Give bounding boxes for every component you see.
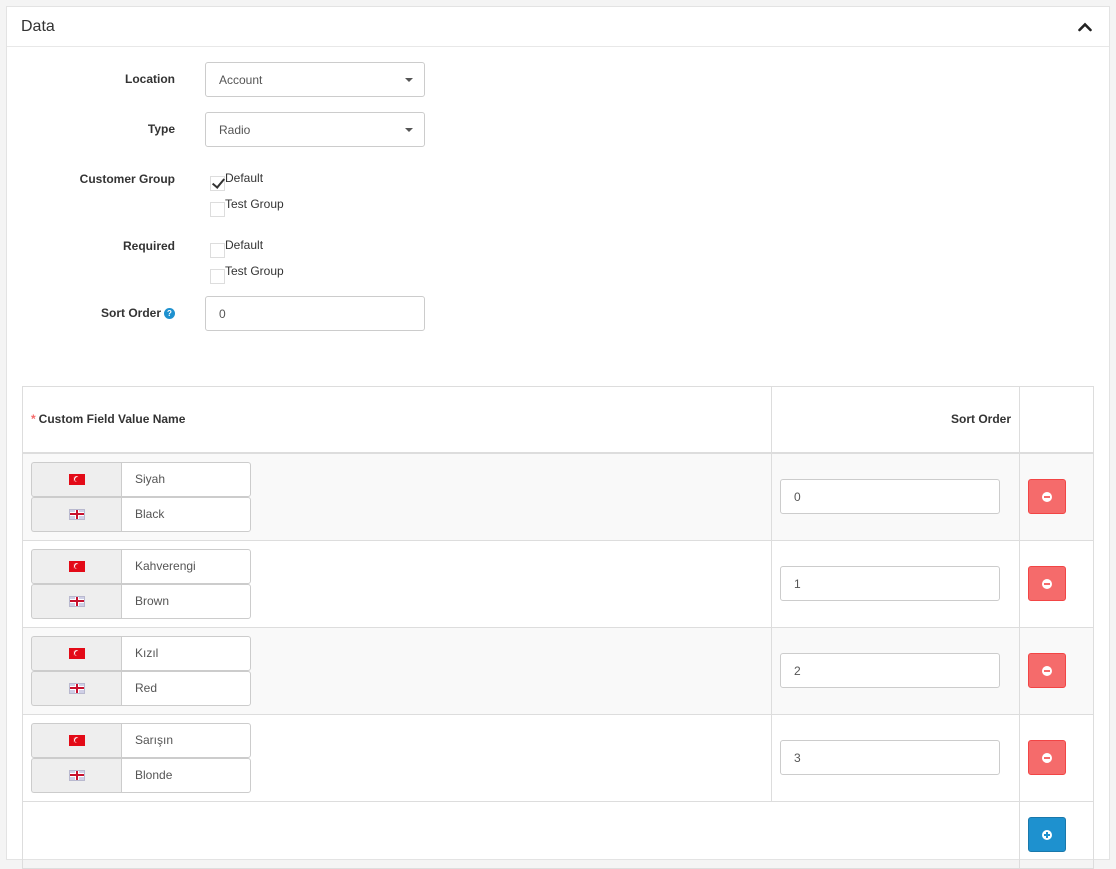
- sort-order-value: 0: [219, 306, 226, 321]
- value-sort-order-input[interactable]: 2: [780, 653, 1000, 688]
- customer-group-test-checkbox[interactable]: [210, 202, 225, 217]
- type-value: Radio: [219, 122, 251, 137]
- lang-row-tr: Siyah: [31, 461, 251, 497]
- turkey-flag-icon: [68, 734, 85, 746]
- value-sort-order-input[interactable]: 0: [780, 479, 1000, 514]
- uk-flag-icon: [68, 682, 85, 694]
- table-row: Kızıl Red 2: [22, 626, 1094, 715]
- customer-group-default-label: Default: [225, 171, 264, 185]
- panel-title: Data: [21, 17, 55, 35]
- turkey-flag-icon: [68, 473, 85, 485]
- lang-row-en: Brown: [31, 583, 251, 619]
- custom-field-values-table: * Custom Field Value Name Sort Order Siya…: [22, 386, 1094, 869]
- location-label: Location: [125, 72, 175, 86]
- uk-flag-icon: [68, 769, 85, 781]
- table-row: Siyah Black 0: [22, 452, 1094, 541]
- required-test[interactable]: Test Group: [210, 264, 284, 284]
- required-default[interactable]: Default: [210, 238, 263, 258]
- language-input-group: Sarışın Blonde: [31, 722, 251, 793]
- value-name-input-en[interactable]: Red: [121, 670, 251, 706]
- value-name-input-tr[interactable]: Kahverengi: [121, 548, 251, 584]
- lang-row-en: Blonde: [31, 757, 251, 793]
- required-default-label: Default: [225, 238, 264, 252]
- value-name-input-en[interactable]: Blonde: [121, 757, 251, 793]
- panel-header: Data: [7, 7, 1109, 47]
- table-footer-row: [22, 800, 1094, 869]
- required-test-checkbox[interactable]: [210, 269, 225, 284]
- minus-circle-icon: [1042, 491, 1052, 502]
- sort-order-label-wrap: Sort Order ?: [101, 306, 175, 320]
- sort-order-input[interactable]: 0: [205, 296, 425, 331]
- value-sort-order-input[interactable]: 1: [780, 566, 1000, 601]
- location-value: Account: [219, 72, 263, 87]
- column-header-name: * Custom Field Value Name: [22, 386, 772, 454]
- data-panel: Data Location Account Type Radio Custome…: [6, 6, 1110, 869]
- language-input-group: Kızıl Red: [31, 635, 251, 706]
- lang-row-tr: Kahverengi: [31, 548, 251, 584]
- minus-circle-icon: [1042, 578, 1052, 589]
- required-default-checkbox[interactable]: [210, 243, 225, 258]
- lang-row-en: Black: [31, 496, 251, 532]
- value-name-input-tr[interactable]: Kızıl: [121, 635, 251, 671]
- type-select[interactable]: Radio: [205, 112, 425, 147]
- minus-circle-icon: [1042, 752, 1052, 763]
- question-circle-icon[interactable]: ?: [164, 307, 175, 319]
- remove-value-button[interactable]: [1028, 653, 1066, 688]
- remove-value-button[interactable]: [1028, 566, 1066, 601]
- remove-value-button[interactable]: [1028, 479, 1066, 514]
- remove-value-button[interactable]: [1028, 740, 1066, 775]
- minus-circle-icon: [1042, 665, 1052, 676]
- table-header-row: * Custom Field Value Name Sort Order: [22, 386, 1094, 454]
- plus-circle-icon: [1042, 829, 1052, 840]
- table-row: Sarışın Blonde 3: [22, 713, 1094, 802]
- required-test-label: Test Group: [225, 264, 284, 278]
- caret-down-icon: [405, 78, 413, 82]
- column-header-actions: [1019, 386, 1094, 454]
- customer-group-default-checkbox[interactable]: [210, 176, 225, 191]
- caret-down-icon: [405, 128, 413, 132]
- required-asterisk: *: [31, 412, 36, 427]
- uk-flag-icon: [68, 595, 85, 607]
- language-input-group: Siyah Black: [31, 461, 251, 532]
- type-label: Type: [147, 122, 175, 136]
- chevron-up-icon[interactable]: [1075, 17, 1095, 37]
- value-name-input-tr[interactable]: Sarışın: [121, 722, 251, 758]
- table-row: Kahverengi Brown 1: [22, 539, 1094, 628]
- turkey-flag-icon: [68, 560, 85, 572]
- required-label: Required: [122, 239, 175, 253]
- lang-row-tr: Sarışın: [31, 722, 251, 758]
- customer-group-default[interactable]: Default: [210, 171, 263, 191]
- uk-flag-icon: [68, 508, 85, 520]
- language-input-group: Kahverengi Brown: [31, 548, 251, 619]
- customer-group-test-label: Test Group: [225, 197, 284, 211]
- column-header-sort-order: Sort Order: [771, 386, 1020, 454]
- customer-group-test[interactable]: Test Group: [210, 197, 284, 217]
- add-value-button[interactable]: [1028, 817, 1066, 852]
- value-sort-order-input[interactable]: 3: [780, 740, 1000, 775]
- turkey-flag-icon: [68, 647, 85, 659]
- value-name-input-en[interactable]: Black: [121, 496, 251, 532]
- value-name-input-en[interactable]: Brown: [121, 583, 251, 619]
- value-name-input-tr[interactable]: Siyah: [121, 461, 251, 497]
- location-select[interactable]: Account: [205, 62, 425, 97]
- customer-group-label: Customer Group: [79, 172, 175, 186]
- lang-row-tr: Kızıl: [31, 635, 251, 671]
- lang-row-en: Red: [31, 670, 251, 706]
- sort-order-label: Sort Order: [100, 306, 161, 320]
